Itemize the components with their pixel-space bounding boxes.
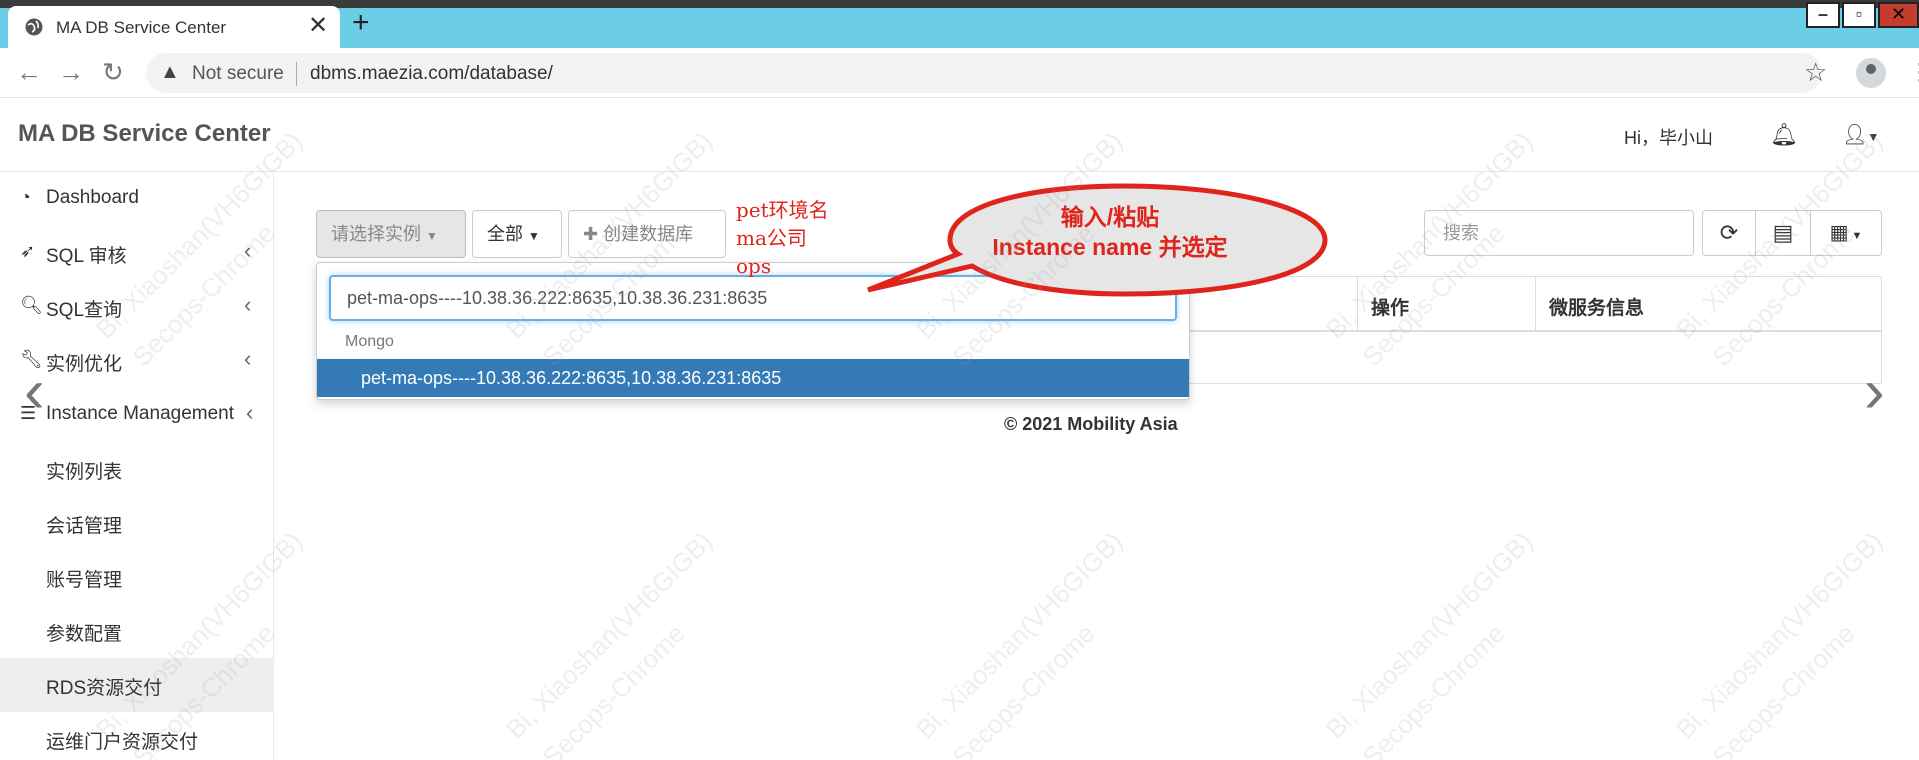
browser-menu-icon[interactable]: ⋮: [1908, 58, 1919, 87]
sidebar-item-label: 账号管理: [46, 570, 123, 591]
sidebar-item-account-management[interactable]: 账号管理: [0, 550, 274, 604]
previous-arrow-icon[interactable]: ‹: [24, 356, 45, 427]
sidebar-item-session-management[interactable]: 会话管理: [0, 496, 274, 550]
sidebar-item-rds-delivery[interactable]: RDS资源交付: [0, 658, 274, 712]
user-menu-icon[interactable]: 👤︎▼: [1842, 122, 1879, 147]
user-greeting: Hi，毕小山: [1624, 128, 1713, 148]
column-divider: [1357, 277, 1358, 331]
watermark-text: Bi, Xiaoshan(VH6GIGB): [1319, 525, 1539, 745]
refresh-icon: ⟳: [1719, 220, 1739, 245]
select-instance-label: 请选择实例: [331, 224, 421, 244]
annotation-note-line: ma公司: [736, 226, 807, 250]
url-text[interactable]: dbms.maezia.com/database/: [310, 63, 553, 85]
select-instance-button[interactable]: 请选择实例 ▼: [316, 210, 466, 258]
dropdown-group-label: Mongo: [345, 333, 394, 350]
footer-copyright: © 2021 Mobility Asia: [1004, 414, 1178, 434]
refresh-button[interactable]: ⟳: [1702, 210, 1756, 256]
next-arrow-icon[interactable]: ›: [1864, 356, 1885, 427]
sidebar-item-sql-audit[interactable]: ➶ SQL 审核 ‹: [0, 226, 274, 280]
watermark-text: Secops-Chrome: [946, 618, 1101, 760]
create-database-button[interactable]: ✚ 创建数据库: [568, 210, 726, 258]
sidebar-item-label: SQL 审核: [46, 246, 127, 267]
callout-line: Instance name 并选定: [992, 234, 1228, 260]
caret-down-icon: ▼: [528, 229, 540, 243]
dropdown-option-selected[interactable]: pet-ma-ops----10.38.36.222:8635,10.38.36…: [317, 359, 1189, 397]
callout-text: 输入/粘贴 Instance name 并选定: [940, 202, 1280, 262]
dashboard-icon: ◔: [20, 187, 31, 207]
chevron-left-icon: ‹: [244, 346, 252, 371]
sidebar-item-label: Instance Management: [46, 403, 235, 424]
caret-down-icon: ▼: [426, 229, 438, 243]
sidebar-item-sql-query[interactable]: 🔍︎ SQL查询 ‹: [0, 280, 274, 334]
maximize-button[interactable]: ▫: [1842, 2, 1876, 28]
chevron-left-icon: ‹: [246, 400, 254, 425]
forward-icon[interactable]: →: [58, 58, 84, 86]
grid-icon: ▦: [1829, 222, 1849, 244]
reload-icon[interactable]: ↻: [102, 58, 124, 86]
search-input[interactable]: 搜索: [1424, 210, 1694, 256]
close-tab-icon[interactable]: ✕: [308, 12, 328, 40]
tab-title: MA DB Service Center: [56, 18, 227, 37]
sidebar-item-label: 会话管理: [46, 516, 123, 537]
watermark-text: Secops-Chrome: [1356, 618, 1511, 760]
minimize-button[interactable]: –: [1806, 2, 1840, 28]
sidebar-item-label: Dashboard: [46, 187, 139, 208]
toggle-view-button[interactable]: ▤: [1755, 210, 1811, 256]
new-tab-button[interactable]: +: [352, 8, 370, 38]
security-label[interactable]: Not secure: [192, 63, 284, 85]
sidebar-item-label: SQL查询: [46, 300, 123, 321]
all-filter-button[interactable]: 全部 ▼: [472, 210, 562, 258]
watermark-text: Secops-Chrome: [1706, 618, 1861, 760]
profile-avatar-icon[interactable]: [1856, 58, 1886, 88]
sidebar: ◔ Dashboard ➶ SQL 审核 ‹ 🔍︎ SQL查询 ‹ 🔧︎ 实例优…: [0, 172, 274, 760]
sidebar-item-ops-portal-delivery[interactable]: 运维门户资源交付: [0, 712, 274, 760]
column-header-microservice[interactable]: 微服务信息: [1549, 293, 1644, 320]
all-filter-label: 全部: [487, 224, 523, 244]
bookmark-star-icon[interactable]: ☆: [1804, 57, 1827, 88]
chevron-left-icon: ‹: [244, 292, 252, 317]
columns-button[interactable]: ▦ ▼: [1810, 210, 1882, 256]
app-header: MA DB Service Center Hi，毕小山 🔔︎ 👤︎▼: [0, 98, 1919, 172]
annotation-note: pet环境名 ma公司 ops: [736, 196, 829, 280]
sidebar-item-label: 参数配置: [46, 624, 123, 645]
rocket-icon: ➶: [20, 241, 36, 261]
globe-icon: [25, 18, 43, 36]
callout-line: 输入/粘贴: [1060, 204, 1160, 230]
watermark-text: Bi, Xiaoshan(VH6GIGB): [909, 525, 1129, 745]
list-icon: ▤: [1772, 220, 1794, 245]
chevron-left-icon: ‹: [244, 238, 252, 263]
column-divider: [1535, 277, 1536, 331]
sidebar-item-label: RDS资源交付: [46, 678, 163, 699]
address-bar[interactable]: ▲ Not secure dbms.maezia.com/database/: [146, 53, 1822, 93]
watermark-text: Secops-Chrome: [536, 618, 691, 760]
watermark-text: Bi, Xiaoshan(VH6GIGB): [499, 525, 719, 745]
bell-icon[interactable]: 🔔︎: [1770, 122, 1798, 148]
sidebar-item-instance-list[interactable]: 实例列表: [0, 442, 274, 496]
brand-title[interactable]: MA DB Service Center: [18, 120, 271, 148]
watermark-text: Bi, Xiaoshan(VH6GIGB): [1669, 525, 1889, 745]
annotation-note-line: ops: [736, 254, 772, 278]
column-header-actions[interactable]: 操作: [1371, 293, 1409, 320]
close-window-button[interactable]: ✕: [1878, 2, 1919, 28]
search-icon: 🔍︎: [20, 295, 43, 315]
sidebar-item-label: 实例优化: [46, 354, 123, 375]
sidebar-item-dashboard[interactable]: ◔ Dashboard: [0, 172, 274, 226]
browser-tab[interactable]: MA DB Service Center ✕: [8, 6, 340, 48]
sidebar-item-parameter-config[interactable]: 参数配置: [0, 604, 274, 658]
sidebar-item-label: 运维门户资源交付: [46, 732, 199, 753]
back-icon[interactable]: ←: [16, 58, 42, 86]
plus-icon: ✚: [583, 224, 604, 244]
address-divider: [296, 62, 297, 86]
warning-icon[interactable]: ▲: [160, 61, 180, 84]
annotation-note-line: pet环境名: [736, 198, 829, 222]
sidebar-item-label: 实例列表: [46, 462, 123, 483]
browser-toolbar: ← → ↻ ▲ Not secure dbms.maezia.com/datab…: [0, 48, 1919, 98]
create-database-label: 创建数据库: [603, 224, 694, 244]
